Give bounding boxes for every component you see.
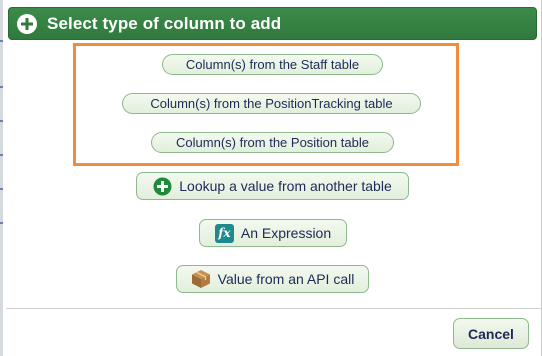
api-call-button[interactable]: Value from an API call	[176, 265, 369, 293]
fx-icon: fx	[214, 223, 234, 243]
box-icon	[191, 269, 211, 289]
footer-divider	[6, 308, 542, 309]
dialog-header: Select type of column to add	[8, 7, 537, 40]
cancel-button[interactable]: Cancel	[453, 318, 529, 349]
lookup-value-button[interactable]: Lookup a value from another table	[136, 172, 409, 200]
add-column-dialog: Select type of column to add Column(s) f…	[3, 0, 542, 356]
position-columns-button[interactable]: Column(s) from the Position table	[151, 132, 394, 153]
expression-button[interactable]: fx An Expression	[199, 219, 347, 247]
dialog-title: Select type of column to add	[47, 13, 282, 33]
staff-columns-button[interactable]: Column(s) from the Staff table	[162, 54, 383, 75]
plus-circle-icon	[17, 13, 37, 34]
fx-icon-glyph: fx	[214, 223, 234, 243]
api-call-label: Value from an API call	[217, 271, 355, 287]
lookup-value-label: Lookup a value from another table	[179, 178, 392, 194]
plus-circle-icon	[153, 177, 172, 196]
expression-label: An Expression	[240, 225, 332, 241]
position-tracking-columns-button[interactable]: Column(s) from the PositionTracking tabl…	[122, 93, 421, 114]
